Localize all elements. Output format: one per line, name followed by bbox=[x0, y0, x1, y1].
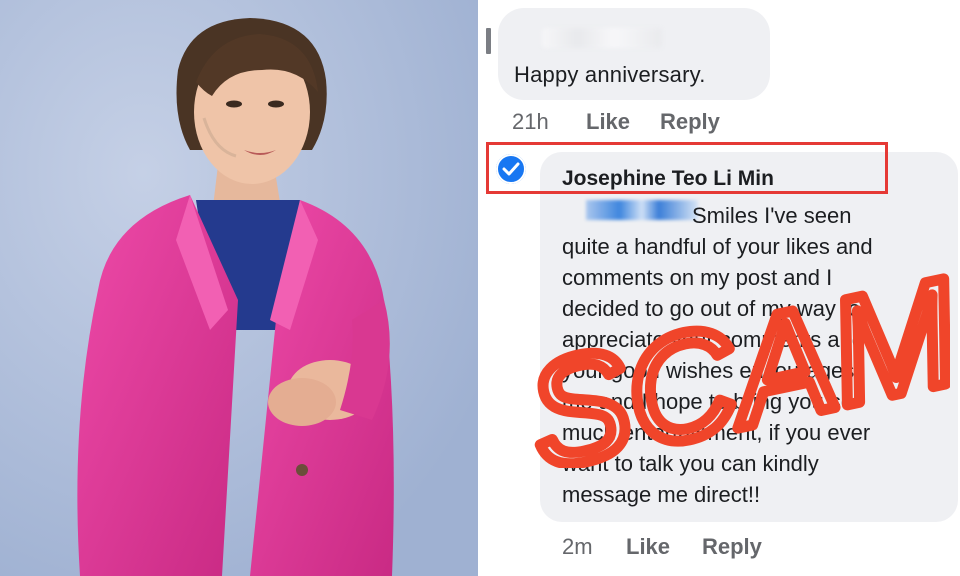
top-comment-like-button[interactable]: Like bbox=[586, 109, 630, 135]
author-highlight-box bbox=[486, 142, 888, 194]
top-comment-time: 21h bbox=[512, 109, 549, 134]
redacted-name bbox=[542, 28, 662, 48]
speaker-photo bbox=[0, 0, 478, 576]
top-comment-reply-button[interactable]: Reply bbox=[660, 109, 720, 135]
main-comment-like-button[interactable]: Like bbox=[626, 534, 670, 560]
main-comment-reply-button[interactable]: Reply bbox=[702, 534, 762, 560]
cropped-avatar-edge bbox=[486, 28, 491, 54]
comment-screenshot: Happy anniversary. 21h Like Reply Joseph… bbox=[478, 0, 960, 576]
main-comment-time: 2m bbox=[562, 534, 593, 559]
main-comment-text: Smiles I've seen quite a handful of your… bbox=[562, 203, 873, 507]
top-comment-text: Happy anniversary. bbox=[514, 62, 706, 87]
speaker-illustration bbox=[0, 0, 478, 576]
